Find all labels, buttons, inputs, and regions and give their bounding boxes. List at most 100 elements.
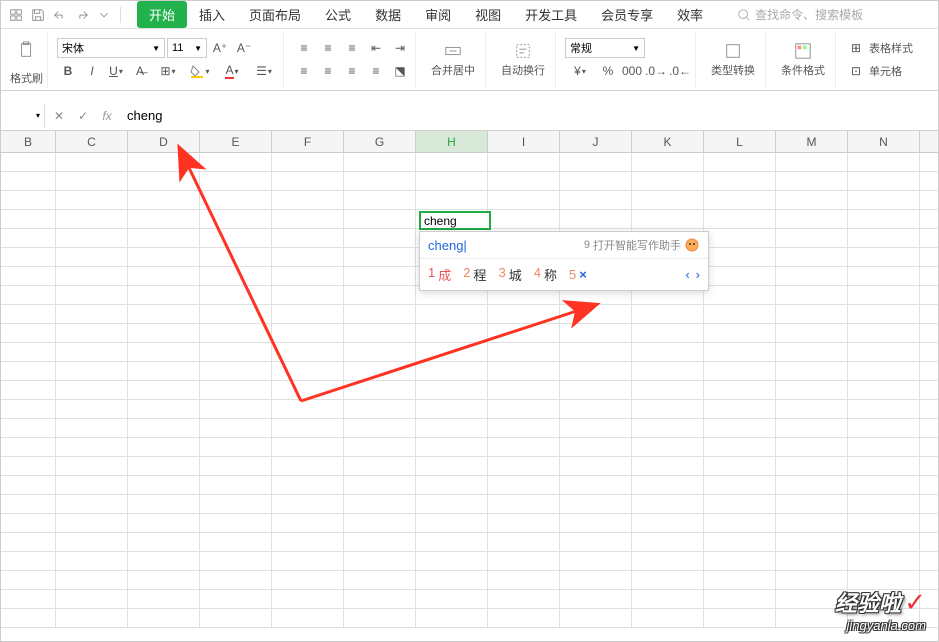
justify-button[interactable]: ≡ [365, 61, 387, 81]
cell[interactable] [272, 362, 344, 380]
cell[interactable] [344, 400, 416, 418]
cell-style-label[interactable]: 单元格 [869, 63, 902, 79]
cell[interactable] [488, 438, 560, 456]
cell[interactable] [704, 172, 776, 190]
cell[interactable] [272, 381, 344, 399]
cell[interactable] [128, 305, 200, 323]
cell[interactable] [128, 381, 200, 399]
currency-button[interactable]: ¥▾ [565, 61, 595, 81]
cell[interactable] [632, 457, 704, 475]
cell[interactable] [416, 514, 488, 532]
cell[interactable] [848, 533, 920, 551]
cell[interactable] [488, 362, 560, 380]
phonetic-button[interactable]: ☰▾ [249, 61, 279, 81]
cell[interactable] [200, 419, 272, 437]
cell[interactable] [272, 571, 344, 589]
cell[interactable] [776, 533, 848, 551]
cell[interactable] [488, 533, 560, 551]
cell[interactable] [488, 419, 560, 437]
cell[interactable] [1, 438, 56, 456]
col-header-G[interactable]: G [344, 131, 416, 152]
cell[interactable] [488, 571, 560, 589]
col-header-M[interactable]: M [776, 131, 848, 152]
cell[interactable] [128, 210, 200, 228]
cell[interactable] [704, 609, 776, 627]
cell[interactable] [1, 381, 56, 399]
cell[interactable] [272, 590, 344, 608]
cell[interactable] [1, 495, 56, 513]
cell[interactable] [704, 438, 776, 456]
ime-candidate[interactable]: 1成 [428, 265, 451, 284]
cell[interactable] [272, 438, 344, 456]
cell[interactable] [272, 267, 344, 285]
cell[interactable] [488, 381, 560, 399]
cell[interactable] [632, 381, 704, 399]
cell[interactable] [488, 324, 560, 342]
cell[interactable] [200, 343, 272, 361]
cell[interactable] [1, 476, 56, 494]
cell[interactable] [344, 191, 416, 209]
cell[interactable] [632, 495, 704, 513]
cell[interactable] [344, 419, 416, 437]
cell[interactable] [416, 305, 488, 323]
cell[interactable] [56, 552, 128, 570]
cell[interactable] [200, 495, 272, 513]
cell[interactable] [632, 571, 704, 589]
cell[interactable] [200, 476, 272, 494]
cell[interactable] [632, 210, 704, 228]
cell[interactable] [488, 476, 560, 494]
cell[interactable] [56, 438, 128, 456]
cell[interactable] [200, 590, 272, 608]
cell[interactable] [272, 609, 344, 627]
cell[interactable] [632, 400, 704, 418]
qat-dropdown-icon[interactable] [94, 5, 114, 25]
cell[interactable] [848, 229, 920, 247]
cell[interactable] [704, 476, 776, 494]
ime-next-icon[interactable]: › [696, 267, 700, 282]
cell[interactable] [560, 362, 632, 380]
cell[interactable] [560, 438, 632, 456]
cell[interactable] [272, 419, 344, 437]
cell[interactable] [1, 172, 56, 190]
cell[interactable] [344, 153, 416, 171]
cell[interactable] [776, 305, 848, 323]
cell[interactable] [416, 324, 488, 342]
cell[interactable] [344, 172, 416, 190]
home-icon[interactable] [6, 5, 26, 25]
cell[interactable] [560, 172, 632, 190]
cell[interactable] [200, 571, 272, 589]
cell[interactable] [56, 153, 128, 171]
cell[interactable] [56, 324, 128, 342]
cell[interactable] [272, 533, 344, 551]
cell[interactable] [416, 609, 488, 627]
cell[interactable] [272, 210, 344, 228]
cell[interactable] [776, 248, 848, 266]
table-style-label[interactable]: 表格样式 [869, 40, 913, 56]
table-style-icon[interactable]: ⊞ [845, 38, 867, 58]
cell[interactable] [56, 590, 128, 608]
cell[interactable] [128, 438, 200, 456]
cell[interactable] [56, 476, 128, 494]
border-button[interactable]: ⊞▾ [153, 61, 183, 81]
cell[interactable] [56, 362, 128, 380]
cell[interactable] [344, 533, 416, 551]
ime-candidate[interactable]: 4称 [534, 265, 557, 284]
cell[interactable] [200, 153, 272, 171]
merge-button[interactable]: 合并居中 [425, 35, 481, 85]
cell-style-icon[interactable]: ⊡ [845, 61, 867, 81]
cell[interactable] [1, 229, 56, 247]
cell[interactable] [848, 267, 920, 285]
cell[interactable] [128, 400, 200, 418]
cell[interactable] [200, 400, 272, 418]
cell[interactable] [704, 571, 776, 589]
cell[interactable] [560, 571, 632, 589]
cell[interactable] [344, 210, 416, 228]
cell[interactable] [128, 172, 200, 190]
align-center-button[interactable]: ≡ [317, 61, 339, 81]
cell[interactable] [776, 286, 848, 304]
cell[interactable] [200, 305, 272, 323]
cell[interactable] [560, 381, 632, 399]
cell[interactable] [560, 552, 632, 570]
cell[interactable] [848, 552, 920, 570]
cell[interactable] [56, 571, 128, 589]
